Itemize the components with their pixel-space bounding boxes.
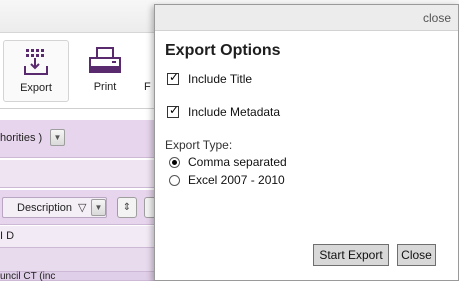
include-title-option[interactable]: ✓ Include Title [167,70,253,86]
move-column-button[interactable]: ⇕ [117,197,137,218]
include-title-label: Include Title [188,72,253,86]
close-button[interactable]: Close [397,244,436,266]
checkmark-icon: ✓ [169,70,180,84]
export-type-label: Export Type: [165,138,233,152]
excel-radio[interactable] [169,174,180,186]
include-metadata-option[interactable]: ✓ Include Metadata [167,103,281,119]
authorities-filter-text: horities ) [0,132,43,144]
export-button[interactable]: Export [3,40,69,102]
export-label: Export [20,82,52,94]
comma-separated-option[interactable]: Comma separated [169,155,287,169]
up-down-icon: ⇕ [122,202,132,213]
checkmark-icon: ✓ [169,103,180,117]
print-label: Print [93,81,117,93]
partial-toolbar-label: F [144,81,151,93]
printer-icon [88,46,122,76]
description-dropdown[interactable]: ▼ [91,199,106,216]
dialog-title: Export Options [165,42,281,59]
excel-label: Excel 2007 - 2010 [188,173,285,187]
print-button[interactable]: Print [78,40,132,102]
sort-icon: ▽ [78,202,87,214]
description-column-selector[interactable]: Description ▽ ▼ [2,197,107,218]
comma-separated-radio[interactable] [169,156,180,168]
include-metadata-label: Include Metadata [188,105,281,119]
include-metadata-checkbox[interactable]: ✓ [167,103,180,118]
excel-option[interactable]: Excel 2007 - 2010 [169,173,285,187]
export-options-dialog: close Export Options ✓ Include Title ✓ I… [154,4,459,281]
include-title-checkbox[interactable]: ✓ [167,70,180,85]
start-export-button[interactable]: Start Export [313,244,389,266]
comma-separated-label: Comma separated [188,155,287,169]
dialog-header: close [155,5,458,31]
id-header: I D [0,230,15,242]
export-icon [23,47,49,77]
dropdown-arrow-icon: ▼ [94,203,103,212]
description-label: Description [17,202,73,214]
dropdown-arrow-icon: ▼ [53,133,62,142]
authorities-dropdown[interactable]: ▼ [50,129,65,146]
app-window: Export Print F horities ) ▼ Description … [0,0,459,281]
row-cell-text: uncil CT (inc [0,271,56,281]
close-link[interactable]: close [423,11,451,25]
